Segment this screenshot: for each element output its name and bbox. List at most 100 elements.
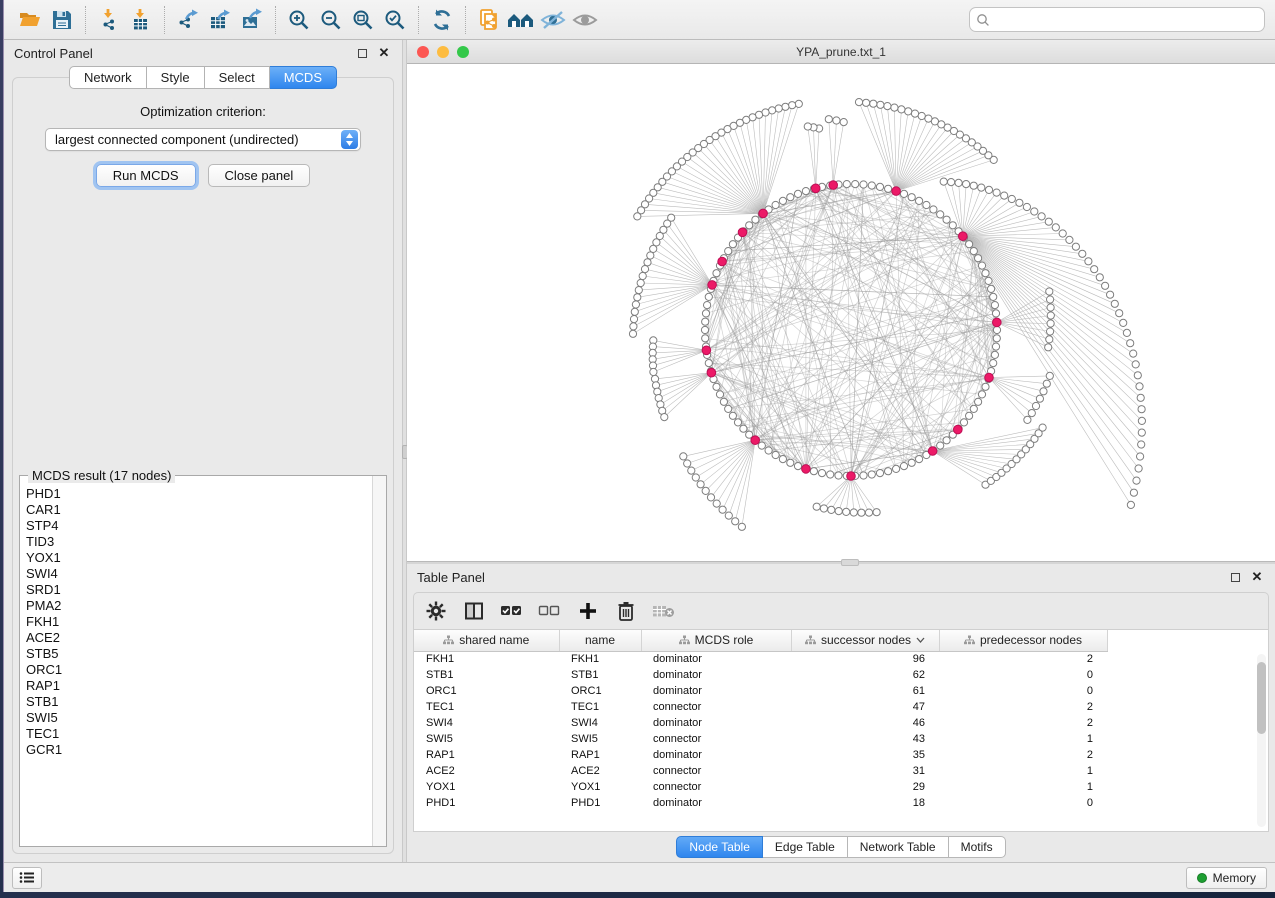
- cell-predecessor-nodes: 2: [939, 715, 1107, 731]
- zoom-fit-button[interactable]: [347, 5, 379, 35]
- memory-button[interactable]: Memory: [1186, 867, 1267, 889]
- cell-shared-name: ACE2: [414, 763, 559, 779]
- mcds-result-item[interactable]: SWI4: [26, 566, 368, 582]
- horizontal-splitter[interactable]: [407, 562, 1275, 564]
- search-box[interactable]: [969, 7, 1265, 32]
- zoom-in-button[interactable]: [283, 5, 315, 35]
- show-all-button[interactable]: [569, 5, 601, 35]
- table-row[interactable]: STB1STB1dominator620: [414, 667, 1107, 683]
- tab-motifs[interactable]: Motifs: [949, 836, 1006, 858]
- deselect-all-button[interactable]: [538, 599, 562, 623]
- mcds-result-item[interactable]: SWI5: [26, 710, 368, 726]
- cell-successor-nodes: 43: [791, 731, 939, 747]
- cell-shared-name: ORC1: [414, 683, 559, 699]
- tab-mcds[interactable]: MCDS: [270, 66, 337, 89]
- mcds-result-item[interactable]: ORC1: [26, 662, 368, 678]
- cell-successor-nodes: 46: [791, 715, 939, 731]
- export-network-button[interactable]: [172, 5, 204, 35]
- close-panel-button[interactable]: Close panel: [208, 164, 311, 187]
- table-row[interactable]: ACE2ACE2connector311: [414, 763, 1107, 779]
- cell-name: SWI5: [559, 731, 641, 747]
- mcds-result-item[interactable]: CAR1: [26, 502, 368, 518]
- mcds-result-item[interactable]: PMA2: [26, 598, 368, 614]
- criterion-select[interactable]: largest connected component (undirected): [45, 128, 361, 151]
- duplicate-network-button[interactable]: [473, 5, 505, 35]
- zoom-out-button[interactable]: [315, 5, 347, 35]
- hide-selected-button[interactable]: [537, 5, 569, 35]
- table-row[interactable]: TEC1TEC1connector472: [414, 699, 1107, 715]
- show-all-icon: [572, 8, 598, 32]
- refresh-button[interactable]: [426, 5, 458, 35]
- search-input[interactable]: [994, 13, 1258, 27]
- network-graph[interactable]: [407, 64, 1273, 560]
- float-table-panel-icon[interactable]: [1227, 569, 1243, 585]
- table-row[interactable]: SWI5SWI5connector431: [414, 731, 1107, 747]
- cell-name: RAP1: [559, 747, 641, 763]
- table-row[interactable]: PHD1PHD1dominator180: [414, 795, 1107, 811]
- mcds-result-item[interactable]: GCR1: [26, 742, 368, 758]
- trash-icon: [616, 600, 636, 622]
- cell-MCDS-role: dominator: [641, 667, 791, 683]
- task-history-button[interactable]: [12, 867, 42, 889]
- mcds-result-list[interactable]: PHD1CAR1STP4TID3YOX1SWI4SRD1PMA2FKH1ACE2…: [20, 476, 372, 846]
- mcds-result-item[interactable]: TEC1: [26, 726, 368, 742]
- cell-MCDS-role: connector: [641, 779, 791, 795]
- mcds-result-item[interactable]: PHD1: [26, 486, 368, 502]
- sort-chevron-icon[interactable]: [916, 637, 925, 643]
- network-canvas[interactable]: [407, 64, 1275, 561]
- window-close-icon[interactable]: [417, 46, 429, 58]
- float-panel-icon[interactable]: [354, 45, 370, 61]
- close-panel-icon[interactable]: ✕: [376, 45, 392, 61]
- window-zoom-icon[interactable]: [457, 46, 469, 58]
- close-table-panel-icon[interactable]: ✕: [1249, 569, 1265, 585]
- mcds-result-item[interactable]: STB5: [26, 646, 368, 662]
- mcds-result-item[interactable]: TID3: [26, 534, 368, 550]
- network-window-titlebar[interactable]: YPA_prune.txt_1: [407, 40, 1275, 64]
- column-header-name[interactable]: name: [559, 630, 641, 651]
- table-scrollbar[interactable]: [1257, 654, 1266, 827]
- column-header-predecessor-nodes[interactable]: predecessor nodes: [939, 630, 1107, 651]
- select-all-button[interactable]: [500, 599, 524, 623]
- mcds-result-item[interactable]: STB1: [26, 694, 368, 710]
- add-button[interactable]: [576, 599, 600, 623]
- table-row[interactable]: RAP1RAP1dominator352: [414, 747, 1107, 763]
- column-header-shared-name[interactable]: shared name: [414, 630, 559, 651]
- tab-select[interactable]: Select: [205, 66, 270, 89]
- column-header-successor-nodes[interactable]: successor nodes: [791, 630, 939, 651]
- open-file-button[interactable]: [14, 5, 46, 35]
- export-table-button[interactable]: [204, 5, 236, 35]
- first-neighbors-icon: [507, 8, 535, 32]
- mcds-result-item[interactable]: YOX1: [26, 550, 368, 566]
- org-chart-icon: [679, 635, 690, 645]
- import-network-button[interactable]: [93, 5, 125, 35]
- save-session-button[interactable]: [46, 5, 78, 35]
- duplicate-network-icon: [477, 8, 501, 32]
- zoom-selected-button[interactable]: [379, 5, 411, 35]
- mcds-result-item[interactable]: RAP1: [26, 678, 368, 694]
- table-row[interactable]: ORC1ORC1dominator610: [414, 683, 1107, 699]
- run-mcds-button[interactable]: Run MCDS: [96, 164, 196, 187]
- gear-button[interactable]: [424, 599, 448, 623]
- tab-network-table[interactable]: Network Table: [848, 836, 949, 858]
- tab-network[interactable]: Network: [69, 66, 147, 89]
- columns-button[interactable]: [462, 599, 486, 623]
- export-image-button[interactable]: [236, 5, 268, 35]
- window-minimize-icon[interactable]: [437, 46, 449, 58]
- mcds-result-item[interactable]: STP4: [26, 518, 368, 534]
- table-row[interactable]: SWI4SWI4dominator462: [414, 715, 1107, 731]
- mcds-result-item[interactable]: ACE2: [26, 630, 368, 646]
- tab-node-table[interactable]: Node Table: [676, 836, 763, 858]
- column-header-MCDS-role[interactable]: MCDS role: [641, 630, 791, 651]
- network-window-title: YPA_prune.txt_1: [407, 45, 1275, 59]
- table-row[interactable]: FKH1FKH1dominator962: [414, 651, 1107, 667]
- mcds-result-item[interactable]: SRD1: [26, 582, 368, 598]
- import-table-button[interactable]: [125, 5, 157, 35]
- tab-style[interactable]: Style: [147, 66, 205, 89]
- mcds-list-scrollbar[interactable]: [372, 476, 386, 846]
- trash-button[interactable]: [614, 599, 638, 623]
- mcds-result-item[interactable]: FKH1: [26, 614, 368, 630]
- import-table-icon: [129, 8, 153, 32]
- tab-edge-table[interactable]: Edge Table: [763, 836, 848, 858]
- table-row[interactable]: YOX1YOX1connector291: [414, 779, 1107, 795]
- first-neighbors-button[interactable]: [505, 5, 537, 35]
